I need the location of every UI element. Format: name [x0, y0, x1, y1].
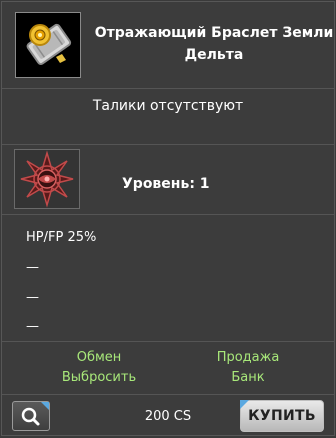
- talismans-status: Талики отсутствуют: [92, 98, 244, 114]
- stat-line: —: [26, 290, 39, 305]
- stat-line: —: [26, 319, 39, 334]
- bracelet-icon: [15, 12, 81, 78]
- stat-line: HP/FP 25%: [26, 230, 97, 245]
- item-tooltip-panel: Отражающий Браслет Земли Дельта Талики о…: [1, 1, 335, 436]
- bank-button[interactable]: Банк: [188, 370, 308, 385]
- divider: [2, 341, 334, 342]
- discard-button[interactable]: Выбросить: [39, 370, 159, 385]
- level-row: Уровень: 1: [2, 144, 334, 214]
- divider: [2, 88, 334, 89]
- sell-button[interactable]: Продажа: [188, 350, 308, 365]
- divider: [2, 214, 334, 215]
- buy-button[interactable]: КУПИТЬ: [240, 400, 324, 432]
- stat-line: —: [26, 260, 39, 275]
- exchange-button[interactable]: Обмен: [39, 350, 159, 365]
- item-title: Отражающий Браслет Земли Дельта: [94, 25, 334, 63]
- item-header: Отражающий Браслет Земли Дельта: [2, 2, 334, 88]
- buy-button-label: КУПИТЬ: [248, 408, 316, 424]
- corner-accent-icon: [240, 400, 249, 409]
- star-emblem-icon: [14, 149, 80, 209]
- level-text: Уровень: 1: [122, 176, 210, 192]
- footer: 200 CS КУПИТЬ: [2, 395, 334, 435]
